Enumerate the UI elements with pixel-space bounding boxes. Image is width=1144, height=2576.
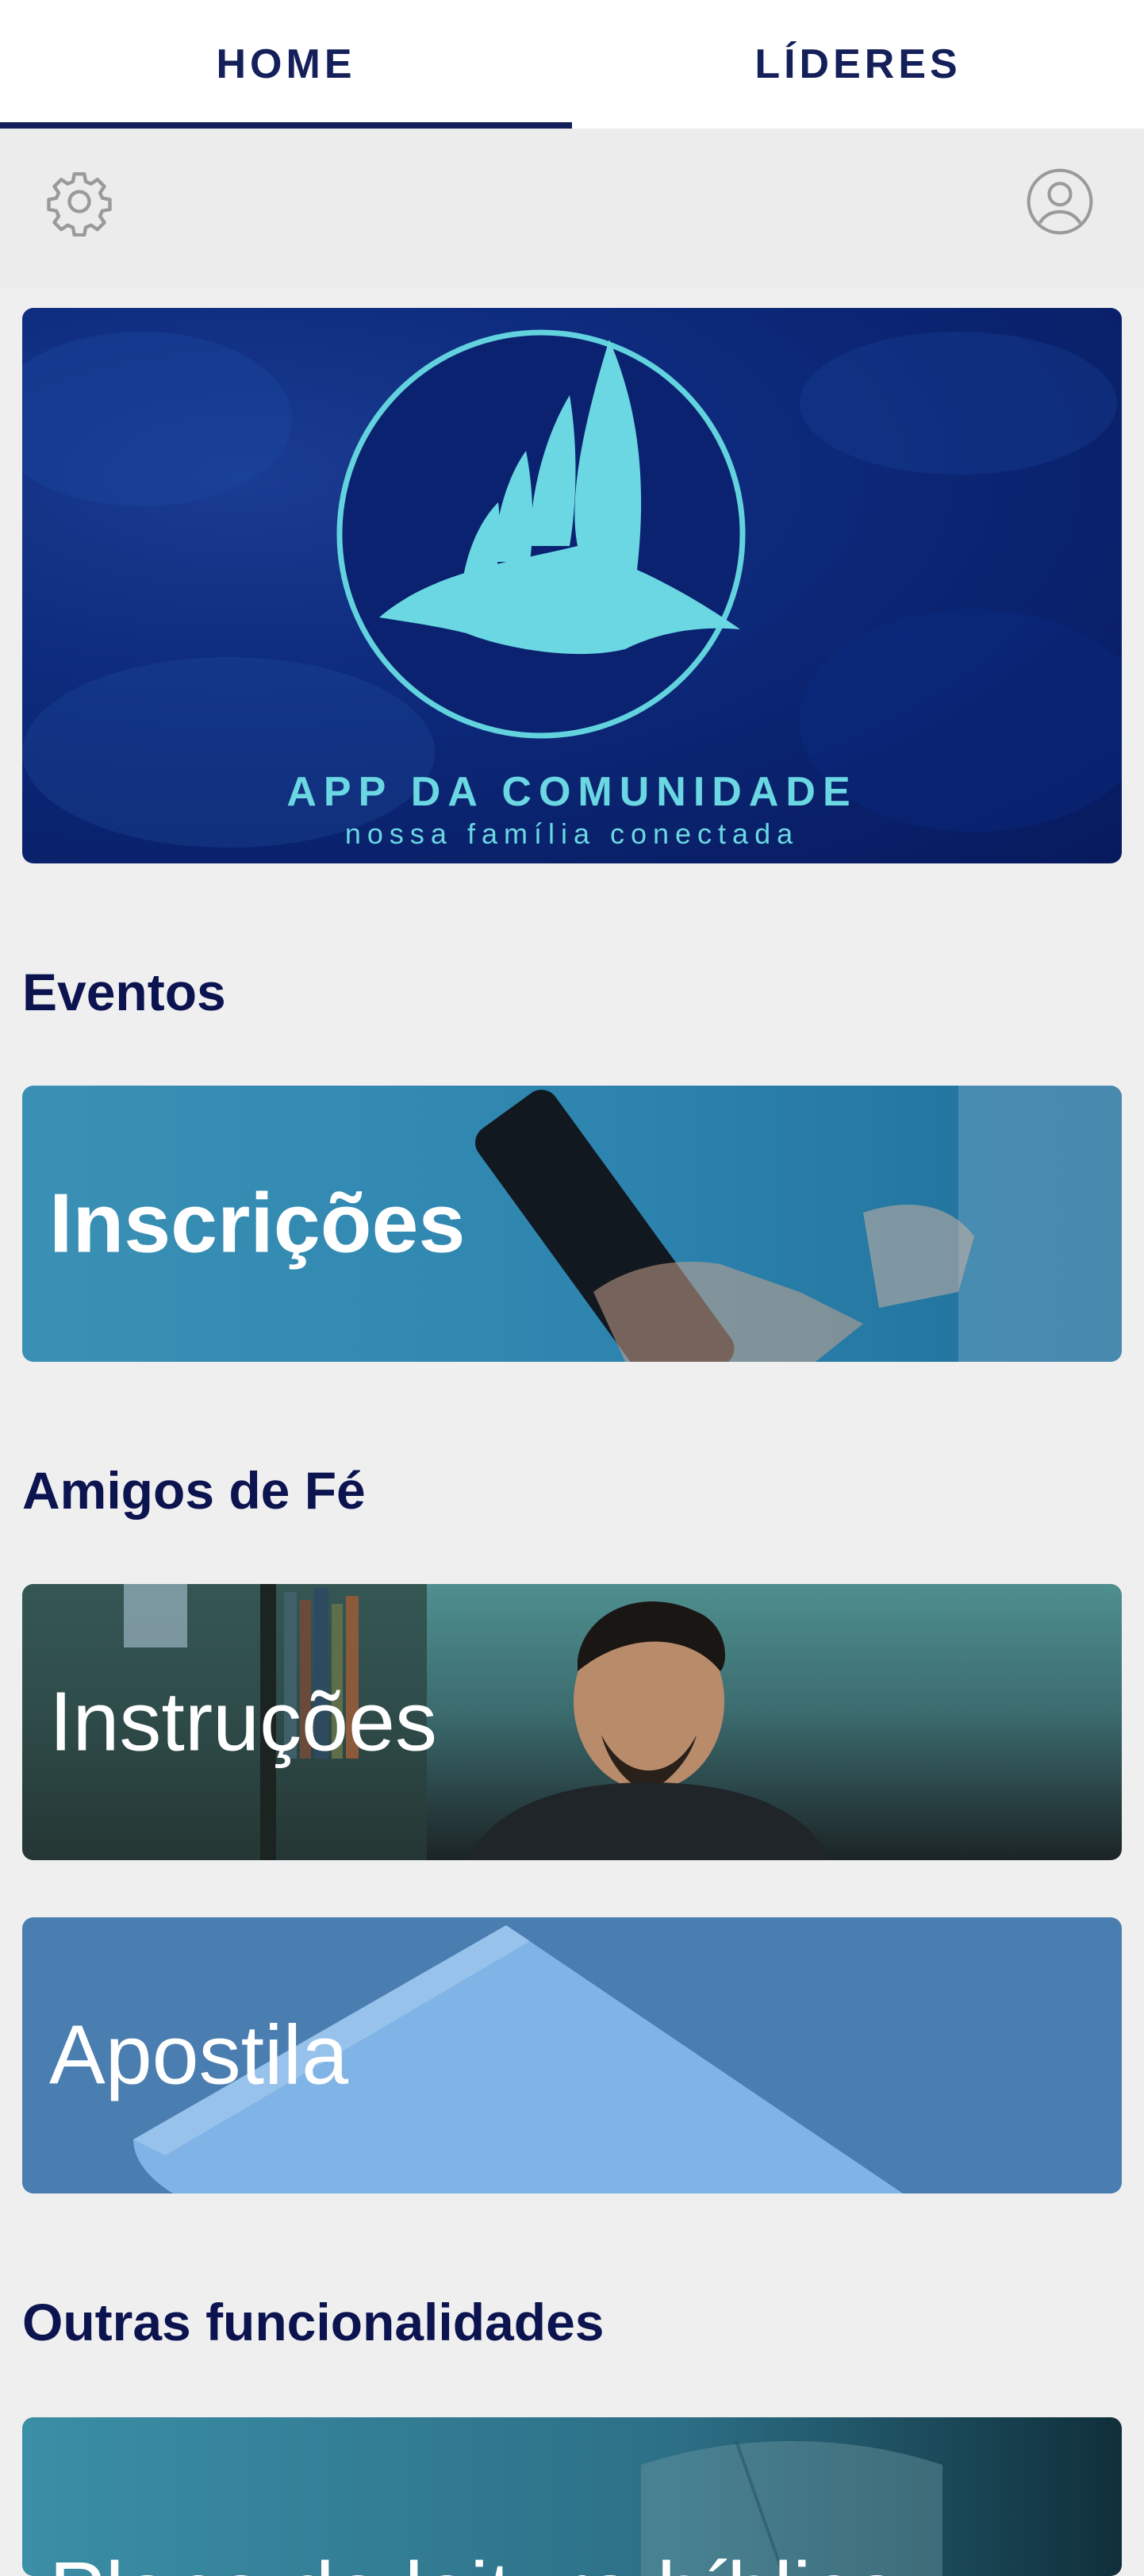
tab-home[interactable]: HOME (0, 0, 572, 129)
card-label-inscricoes: Inscrições (49, 1176, 466, 1271)
banner-subtitle: nossa família conectada (344, 817, 800, 850)
card-apostila[interactable]: Apostila (22, 1917, 1122, 2193)
section-title-outras: Outras funcionalidades (22, 2293, 605, 2351)
tab-lideres[interactable]: LÍDERES (572, 0, 1144, 129)
user-circle-icon[interactable] (1022, 163, 1098, 240)
active-tab-indicator (0, 122, 572, 129)
section-title-amigos: Amigos de Fé (22, 1461, 366, 1520)
card-plano-leitura[interactable]: Plano de leitura bíblica (22, 2417, 1122, 2576)
toolbar (0, 129, 1144, 287)
tab-bar: HOME LÍDERES (0, 0, 1144, 129)
card-label-instrucoes: Instruções (49, 1674, 438, 1769)
card-instrucoes[interactable]: Instruções (22, 1584, 1122, 1860)
card-label-plano-leitura: Plano de leitura bíblica (49, 2544, 900, 2576)
gear-icon[interactable] (41, 163, 117, 240)
section-title-eventos: Eventos (22, 963, 226, 1021)
card-label-apostila: Apostila (49, 2008, 349, 2102)
banner-title: APP DA COMUNIDADE (286, 769, 858, 815)
card-inscricoes[interactable]: Inscrições (22, 1086, 1122, 1362)
